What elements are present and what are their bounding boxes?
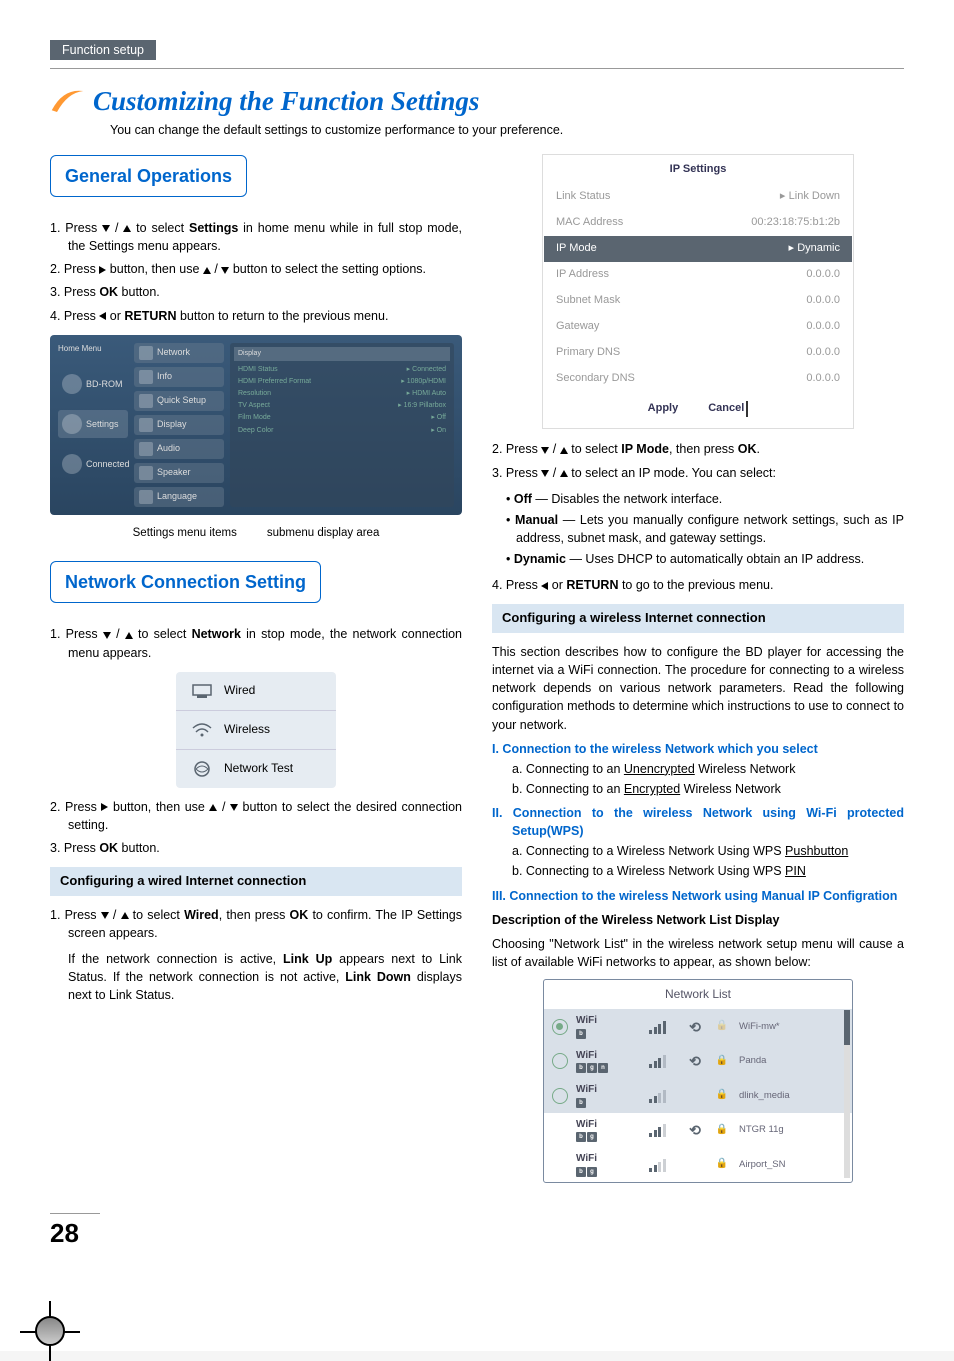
- bullet: Manual — Lets you manually configure net…: [506, 511, 904, 547]
- network-list-row[interactable]: WiFi bgn ⟲ 🔒 Panda: [544, 1044, 852, 1079]
- network-menu-screenshot: Wired Wireless Network Test: [176, 672, 336, 788]
- title-swoosh-icon: [50, 84, 85, 119]
- sub-item: b. Connecting to an Encrypted Wireless N…: [492, 780, 904, 798]
- gear-icon: [62, 414, 82, 434]
- page-title: Customizing the Function Settings: [93, 86, 479, 117]
- wifi-icon: [190, 721, 214, 739]
- step: 1. Press / to select Settings in home me…: [50, 219, 462, 255]
- settings-screenshot: Home Menu BD-ROM Settings Connected Netw…: [50, 335, 462, 515]
- wps-icon: ⟲: [685, 1017, 705, 1037]
- network-list-screenshot: Network List WiFi b ⟲ 🔒 WiFi-mw* WiFi bg…: [543, 979, 853, 1183]
- globe-icon: [62, 454, 82, 474]
- radio-icon: [552, 1088, 568, 1104]
- step: 4. Press or RETURN to go to the previous…: [492, 576, 904, 594]
- wireless-intro: This section describes how to configure …: [492, 643, 904, 734]
- ip-settings-screenshot: IP Settings Link Status▸Link Down MAC Ad…: [543, 155, 853, 428]
- step: 3. Press / to select an IP mode. You can…: [492, 464, 904, 482]
- page-subtitle: You can change the default settings to c…: [110, 123, 904, 137]
- step: 4. Press or RETURN button to return to t…: [50, 307, 462, 325]
- wireless-list-desc: Choosing "Network List" in the wireless …: [492, 935, 904, 971]
- step: 1. Press / to select Wired, then press O…: [50, 906, 462, 942]
- wps-icon: ⟲: [685, 1051, 705, 1071]
- network-list-row[interactable]: WiFi b ⟲ 🔒 WiFi-mw*: [544, 1009, 852, 1044]
- roman-i: I. Connection to the wireless Network wh…: [492, 740, 904, 758]
- wired-note: If the network connection is active, Lin…: [50, 950, 462, 1004]
- scrollbar[interactable]: [844, 1010, 850, 1178]
- radio-selected-icon: [552, 1019, 568, 1035]
- bullet: Dynamic — Uses DHCP to automatically obt…: [506, 550, 904, 568]
- network-list-row[interactable]: WiFi bg ⟲ 🔒 NTGR 11g: [544, 1113, 852, 1148]
- section-network-connection: Network Connection Setting: [50, 561, 321, 603]
- step: 3. Press OK button.: [50, 283, 462, 301]
- cancel-button[interactable]: Cancel: [708, 401, 748, 417]
- disc-icon: [62, 374, 82, 394]
- header-rule: [50, 68, 904, 69]
- ethernet-icon: [190, 682, 214, 700]
- roman-iii: III. Connection to the wireless Network …: [492, 887, 904, 905]
- bullet: Off — Disables the network interface.: [506, 490, 904, 508]
- wps-icon: ⟲: [685, 1120, 705, 1140]
- sub-item: a. Connecting to an Unencrypted Wireless…: [492, 760, 904, 778]
- subheading-wired: Configuring a wired Internet connection: [50, 867, 462, 896]
- roman-ii: II. Connection to the wireless Network u…: [492, 804, 904, 840]
- network-list-row[interactable]: WiFi bg 🔒 Airport_SN: [544, 1147, 852, 1182]
- radio-icon: [552, 1053, 568, 1069]
- step: 3. Press OK button.: [50, 839, 462, 857]
- lock-icon: 🔒: [713, 1157, 731, 1172]
- lock-icon: 🔒: [713, 1088, 731, 1103]
- page-number: 28: [50, 1213, 100, 1249]
- sub-item: b. Connecting to a Wireless Network Usin…: [492, 862, 904, 880]
- lock-icon: 🔒: [713, 1123, 731, 1138]
- step: 2. Press button, then use / button to se…: [50, 260, 462, 278]
- screenshot-caption: Settings menu itemssubmenu display area: [50, 525, 462, 542]
- lock-icon: 🔒: [713, 1054, 731, 1069]
- network-list-row[interactable]: WiFi b 🔒 dlink_media: [544, 1078, 852, 1113]
- apply-button[interactable]: Apply: [648, 401, 679, 417]
- header-section: Function setup: [50, 40, 156, 60]
- step: 2. Press / to select IP Mode, then press…: [492, 440, 904, 458]
- network-test-icon: [190, 760, 214, 778]
- section-general-operations: General Operations: [50, 155, 247, 197]
- subheading-wireless: Configuring a wireless Internet connecti…: [492, 604, 904, 633]
- sub-item: a. Connecting to a Wireless Network Usin…: [492, 842, 904, 860]
- wireless-list-desc-title: Description of the Wireless Network List…: [492, 911, 904, 929]
- step: 2. Press button, then use / button to se…: [50, 798, 462, 834]
- step: 1. Press / to select Network in stop mod…: [50, 625, 462, 661]
- lock-icon: 🔒: [713, 1019, 731, 1034]
